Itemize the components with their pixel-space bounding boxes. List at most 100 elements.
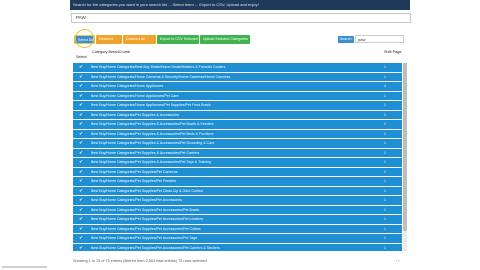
row-checkbox[interactable]: ✔: [73, 140, 89, 146]
row-checkbox[interactable]: ✔: [73, 112, 89, 118]
table-row[interactable]: ✔ Best Buy/Home Categories/Pet Supplies &…: [73, 139, 402, 149]
row-category: Best Buy/Home Categories/Pet Supplies/Pe…: [91, 198, 183, 203]
column-header-select[interactable]: Select: [76, 55, 87, 59]
row-page: 1: [384, 122, 386, 127]
row-category: Best Buy/Home Categories/Pet Supplies & …: [91, 150, 200, 155]
row-checkbox[interactable]: ✔: [73, 216, 89, 222]
table-info: Showing 1 to 75 of 75 entries (filtered …: [73, 259, 207, 263]
row-category: Best Buy/Home Categories/Home Appliances: [91, 84, 164, 89]
row-checkbox[interactable]: ✔: [73, 83, 89, 89]
table-search-label: Search:: [338, 36, 354, 43]
row-page: 1: [384, 188, 386, 193]
row-checkbox[interactable]: ✔: [73, 207, 89, 213]
highlight-circle: [75, 29, 94, 48]
deselect-button[interactable]: Deselect: [96, 35, 122, 44]
row-page: 1: [384, 150, 386, 155]
table-scrollbar[interactable]: [403, 63, 407, 251]
row-checkbox[interactable]: ✔: [73, 121, 89, 127]
table-row[interactable]: ✔ Best Buy/Home Categories/Pet Supplies/P…: [73, 234, 402, 244]
row-checkbox[interactable]: ✔: [73, 178, 89, 184]
row-category: Best Buy/Home Categories/Pet Supplies/Pe…: [91, 179, 177, 184]
row-page: 1: [384, 160, 386, 165]
table-row[interactable]: ✔ Best Buy/Home Categories/Home Appliance…: [73, 82, 402, 92]
table-row[interactable]: ✔ Best Buy/Home Categories/Pet Supplies/P…: [73, 186, 402, 196]
row-checkbox[interactable]: ✔: [73, 188, 89, 194]
category-search-input[interactable]: PAW: [71, 13, 411, 23]
column-header-page[interactable]: Shift Page: [384, 50, 402, 55]
row-checkbox[interactable]: ✔: [73, 93, 89, 99]
row-category: Best Buy/Home Categories/Pet Supplies/Pe…: [91, 245, 220, 250]
row-category: Best Buy/Home Categories/Pet Supplies/Pe…: [91, 169, 178, 174]
action-buttons: Select All Deselect Deselect All Export …: [74, 35, 250, 44]
row-page: 1: [384, 226, 386, 231]
row-checkbox[interactable]: ✔: [73, 197, 89, 203]
row-page: 1: [384, 131, 386, 136]
next-page-button[interactable]: ›: [398, 259, 399, 263]
row-category: Best Buy/Home Categories/Best Buy Deals/…: [91, 65, 226, 70]
table-row[interactable]: ✔ Best Buy/Home Categories/Pet Supplies/P…: [73, 215, 402, 225]
row-checkbox[interactable]: ✔: [73, 159, 89, 165]
scrollbar-thumb[interactable]: [403, 63, 407, 231]
row-page: 1: [384, 217, 386, 222]
row-page: 1: [384, 207, 386, 212]
row-page: 1: [384, 74, 386, 79]
row-checkbox[interactable]: ✔: [73, 235, 89, 241]
table-row[interactable]: ✔ Best Buy/Home Categories/Pet Supplies &…: [73, 120, 402, 130]
row-category: Best Buy/Home Categories/Pet Supplies & …: [91, 122, 214, 127]
row-page: 1: [384, 169, 386, 174]
row-checkbox[interactable]: ✔: [73, 150, 89, 156]
table-row[interactable]: ✔ Best Buy/Home Categories/Pet Supplies/P…: [73, 196, 402, 206]
row-page: 1: [384, 141, 386, 146]
row-checkbox[interactable]: ✔: [73, 169, 89, 175]
table-row[interactable]: ✔ Best Buy/Home Categories/Pet Supplies &…: [73, 158, 402, 168]
row-category: Best Buy/Home Categories/Pet Supplies/Pe…: [91, 226, 201, 231]
row-checkbox[interactable]: ✔: [73, 226, 89, 232]
table-row[interactable]: ✔ Best Buy/Home Categories/Pet Supplies/P…: [73, 177, 402, 187]
row-checkbox[interactable]: ✔: [73, 102, 89, 108]
row-page: 1: [384, 236, 386, 241]
row-page: 1: [384, 245, 386, 250]
row-category: Best Buy/Home Categories/Pet Supplies & …: [91, 141, 215, 146]
row-category: Best Buy/Home Categories/Home Cameras & …: [91, 74, 231, 79]
table-row[interactable]: ✔ Best Buy/Home Categories/Pet Supplies/P…: [73, 167, 402, 177]
instructions-bar: Search for the categories you want in yo…: [70, 0, 410, 10]
row-page: 1: [384, 112, 386, 117]
column-header-category[interactable]: Category BreadCrumb: [92, 50, 130, 55]
upload-selected-button[interactable]: Upload Selected Categories: [200, 35, 250, 44]
table-row[interactable]: ✔ Best Buy/Home Categories/Pet Supplies &…: [73, 148, 402, 158]
row-page: 1: [384, 93, 386, 98]
pager: ‹ ›: [396, 259, 406, 264]
row-category: Best Buy/Home Categories/Pet Supplies & …: [91, 131, 214, 136]
status-strip: [2, 266, 47, 268]
row-category: Best Buy/Home Categories/Home Appliances…: [91, 93, 179, 98]
table-row[interactable]: ✔ Best Buy/Home Categories/Pet Supplies/P…: [73, 205, 402, 215]
row-category: Best Buy/Home Categories/Pet Supplies/Pe…: [91, 207, 200, 212]
table-row[interactable]: ✔ Best Buy/Home Categories/Pet Supplies/P…: [73, 224, 402, 234]
row-checkbox[interactable]: ✔: [73, 64, 89, 70]
row-page: 1: [384, 198, 386, 203]
row-checkbox[interactable]: ✔: [73, 131, 89, 137]
row-category: Best Buy/Home Categories/Pet Supplies/Pe…: [91, 188, 204, 193]
row-checkbox[interactable]: ✔: [73, 74, 89, 80]
export-csv-button[interactable]: Export to CSV Selected: [157, 35, 199, 44]
row-page: 4: [384, 84, 386, 89]
table-row[interactable]: ✔ Best Buy/Home Categories/Home Appliance…: [73, 101, 402, 111]
row-category: Best Buy/Home Categories/Pet Supplies/Pe…: [91, 236, 198, 241]
table-row[interactable]: ✔ Best Buy/Home Categories/Home Cameras &…: [73, 72, 402, 82]
table-body: ✔ Best Buy/Home Categories/Best Buy Deals…: [73, 63, 402, 251]
table-row[interactable]: ✔ Best Buy/Home Categories/Pet Supplies/P…: [73, 243, 402, 251]
table-row[interactable]: ✔ Best Buy/Home Categories/Best Buy Deals…: [73, 63, 402, 73]
row-category: Best Buy/Home Categories/Home Appliances…: [91, 103, 211, 108]
row-category: Best Buy/Home Categories/Pet Supplies/Pe…: [91, 217, 204, 222]
table-search-input[interactable]: paw: [355, 35, 404, 43]
row-checkbox[interactable]: ✔: [73, 245, 89, 251]
table-row[interactable]: ✔ Best Buy/Home Categories/Pet Supplies &…: [73, 129, 402, 139]
table-row[interactable]: ✔ Best Buy/Home Categories/Home Appliance…: [73, 91, 402, 101]
table-header: Select Category BreadCrumb Shift Page: [73, 48, 407, 62]
row-page: 1: [384, 179, 386, 184]
row-page: 1: [384, 103, 386, 108]
row-category: Best Buy/Home Categories/Pet Supplies & …: [91, 160, 211, 165]
row-category: Best Buy/Home Categories/Pet Supplies & …: [91, 112, 180, 117]
table-row[interactable]: ✔ Best Buy/Home Categories/Pet Supplies &…: [73, 110, 402, 120]
deselect-all-button[interactable]: Deselect All: [123, 35, 156, 44]
